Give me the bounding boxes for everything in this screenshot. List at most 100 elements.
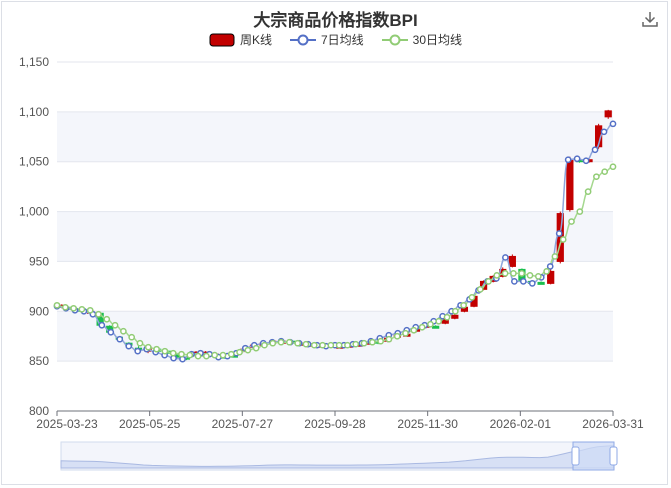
ma30-point <box>402 329 409 337</box>
ma30-point <box>460 301 467 309</box>
ma30-point <box>78 305 86 313</box>
ma30-point <box>393 332 401 340</box>
candle <box>451 314 459 320</box>
x-tick-label: 2025-07-27 <box>212 417 274 431</box>
grid-bands <box>57 62 613 411</box>
ma30-point <box>95 310 102 318</box>
y-tick-label: 800 <box>29 404 49 418</box>
ma30-point <box>194 352 202 360</box>
ma30-point <box>352 340 360 348</box>
ma30-point <box>261 341 268 349</box>
ma30-point <box>53 301 61 309</box>
y-tick-label: 1,050 <box>19 155 49 169</box>
ma30-point <box>551 253 559 260</box>
x-tick-label: 2025-03-23 <box>36 417 98 431</box>
data-zoom-handle-left[interactable] <box>571 446 580 466</box>
ma30-point <box>360 339 368 347</box>
ma30-point <box>609 163 617 171</box>
ma7-point <box>107 328 115 336</box>
ma7-point <box>98 321 106 329</box>
data-zoom-handle-right[interactable] <box>609 446 618 466</box>
grid-band <box>57 62 613 112</box>
y-tick-label: 1,150 <box>19 55 49 69</box>
ma30-point <box>111 321 119 329</box>
ma7-point <box>502 254 509 261</box>
ma30-point <box>120 327 127 335</box>
ma30-point <box>269 339 277 347</box>
ma30-point <box>468 293 476 301</box>
ma30-point <box>203 352 210 360</box>
ma30-point <box>385 335 393 343</box>
ma30-point <box>294 339 302 347</box>
ma7-point <box>591 146 599 154</box>
ma30-point <box>501 270 509 277</box>
ma7-point <box>555 230 563 237</box>
ma7-point <box>573 155 581 163</box>
ma7-point <box>528 280 536 287</box>
ma7-point <box>511 278 518 285</box>
x-tick-label: 2025-11-30 <box>397 417 458 431</box>
ma30-point <box>244 346 252 354</box>
grid-band <box>57 111 613 162</box>
ma30-point <box>211 351 219 359</box>
ma7-point <box>582 157 590 165</box>
ma7-point <box>609 120 617 128</box>
ma30-point <box>518 270 526 277</box>
grid-band <box>57 211 613 262</box>
x-tick-label: 2025-05-25 <box>119 417 181 431</box>
ma7-point <box>564 156 572 164</box>
ma30-point <box>427 320 434 328</box>
ma30-point <box>418 323 426 331</box>
ma30-point <box>86 306 94 314</box>
ma30-point <box>136 339 144 347</box>
ma7-point <box>134 347 142 355</box>
ma30-point <box>310 341 318 349</box>
data-zoom <box>60 441 618 471</box>
ma30-point <box>61 303 69 311</box>
y-tick-label: 950 <box>29 254 49 268</box>
ma30-point <box>153 345 160 353</box>
y-tick-label: 900 <box>29 304 49 318</box>
ma30-point <box>70 304 77 312</box>
ma30-point <box>344 341 351 349</box>
ma30-point <box>576 208 584 215</box>
ma30-point <box>593 173 600 181</box>
ma7-point <box>546 263 554 270</box>
ma30-point <box>319 341 326 349</box>
ma30-point <box>510 270 517 277</box>
ma30-point <box>227 350 235 358</box>
ma30-point <box>451 307 459 315</box>
candlestick-chart: 800 850 900 950 1,000 1,050 1,100 1,150 2025-03… <box>19 55 644 471</box>
ma30-point <box>435 317 443 325</box>
ma30-point <box>568 218 575 225</box>
x-axis: 2025-03-23 2025-05-25 2025-07-27 2025-09-28… <box>36 410 644 431</box>
ma30-point <box>178 350 185 358</box>
ma30-point <box>534 273 542 280</box>
ma30-point <box>443 313 451 321</box>
grid-band <box>57 311 613 362</box>
x-tick-label: 2025-09-28 <box>304 417 366 431</box>
ma30-point <box>302 340 310 348</box>
ma30-point <box>410 326 418 334</box>
grid-band <box>57 361 613 411</box>
ma30-point <box>559 236 567 243</box>
ma30-point <box>144 343 152 351</box>
ma7-point <box>116 335 124 343</box>
ma7-point <box>125 342 133 350</box>
ma30-point <box>236 348 243 356</box>
grid-band <box>57 261 613 312</box>
ma30-point <box>186 351 194 359</box>
ma30-point <box>485 278 492 285</box>
ma30-point <box>161 347 169 355</box>
ma30-point <box>601 168 609 176</box>
grid-band <box>57 161 613 212</box>
ma30-point <box>277 338 285 346</box>
ma30-point <box>526 272 534 279</box>
ma30-point <box>335 341 343 349</box>
ma7-point <box>600 128 608 136</box>
ma30-point <box>493 272 501 279</box>
x-tick-label: 2026-02-01 <box>490 417 552 431</box>
ma30-point <box>252 344 260 352</box>
y-tick-label: 1,000 <box>19 205 49 219</box>
ma30-point <box>327 341 335 349</box>
